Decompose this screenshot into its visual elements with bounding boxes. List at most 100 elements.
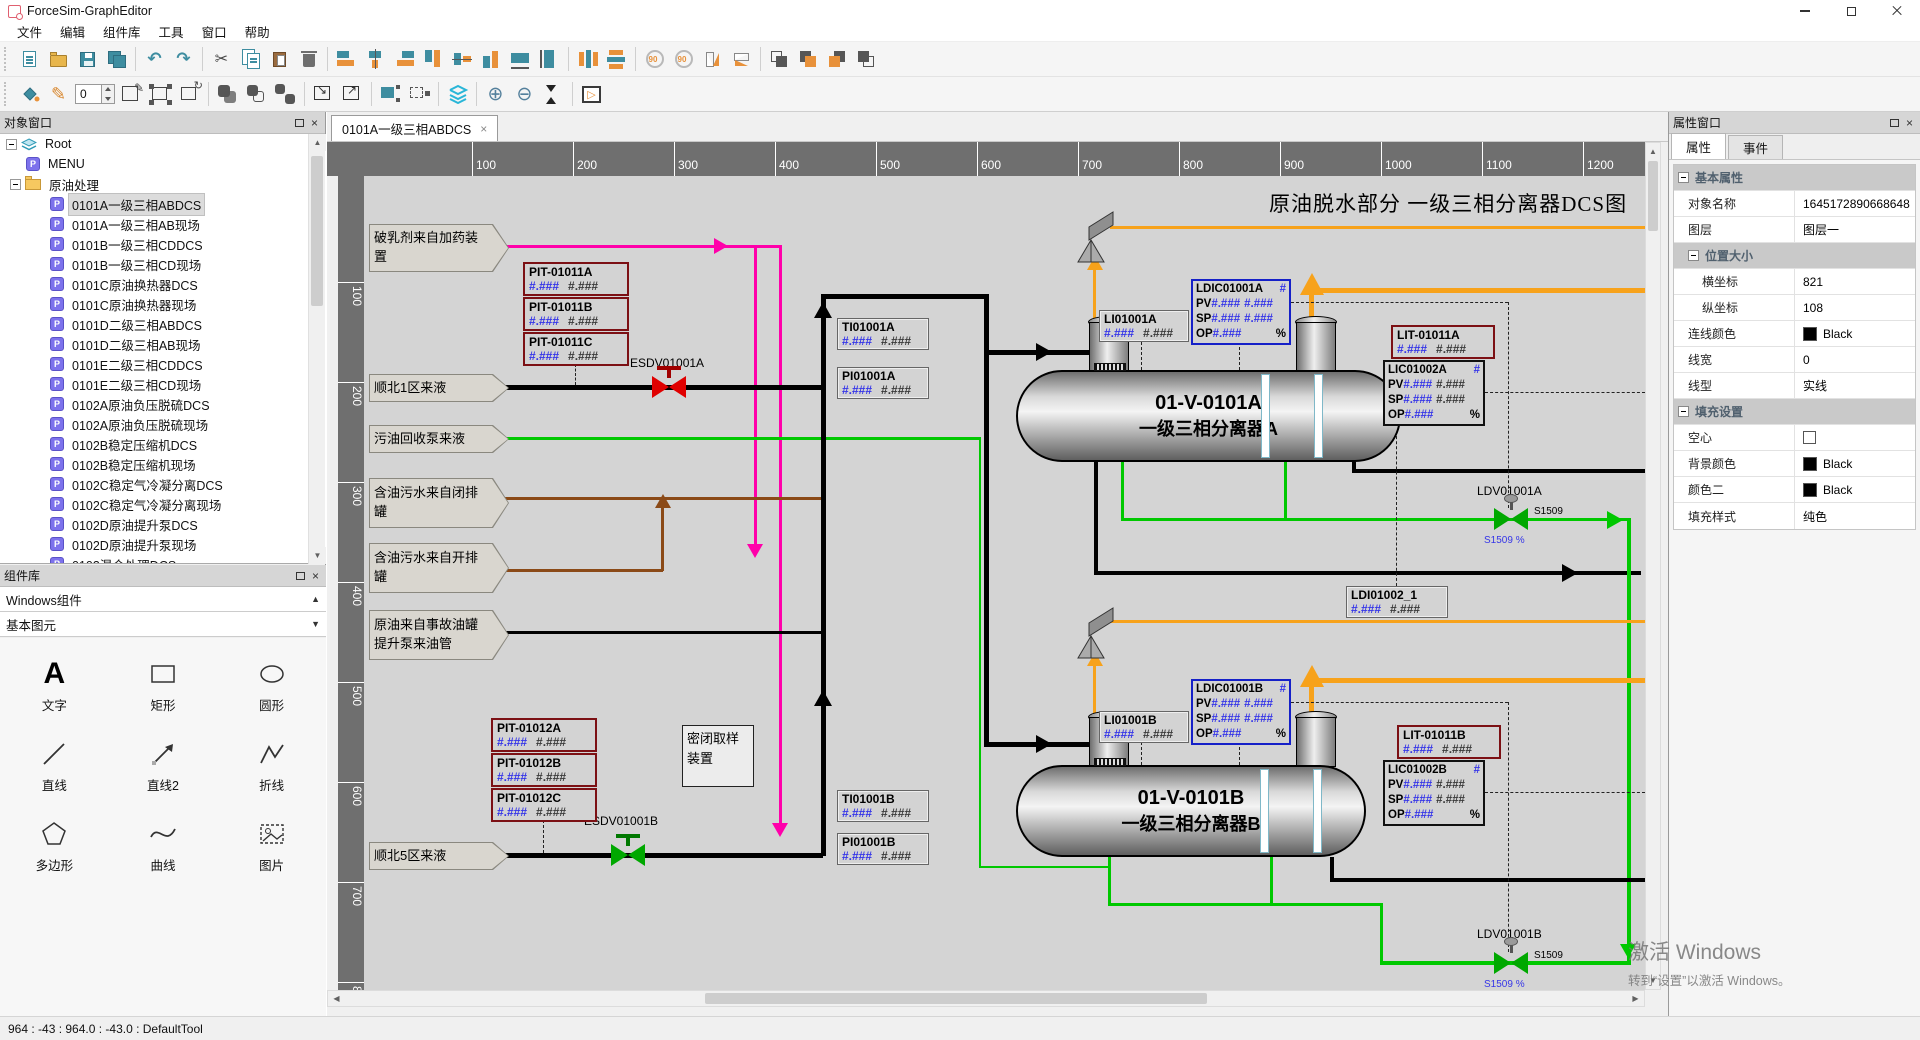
bring-forward-icon[interactable]	[824, 46, 851, 73]
esdv-a-valve[interactable]	[652, 376, 686, 398]
delete-icon[interactable]	[295, 46, 322, 73]
float-panel-icon[interactable]	[296, 572, 305, 580]
vessel-01-v-0101a[interactable]: 01-V-0101A 一级三相分离器A	[1016, 370, 1401, 462]
pipe-vessel-b-oil-drain1[interactable]	[1108, 857, 1111, 905]
group-icon[interactable]	[243, 81, 270, 108]
menu-item[interactable]: 帮助	[236, 20, 279, 43]
close-panel-icon[interactable]: ×	[312, 570, 319, 582]
pipe-oily-water-open[interactable]	[487, 569, 663, 572]
tab-properties[interactable]: 属性	[1671, 133, 1726, 159]
align-right-icon[interactable]	[391, 46, 418, 73]
cut-icon[interactable]: ✂	[208, 46, 235, 73]
pipe-oil-recovery[interactable]	[487, 437, 981, 440]
menu-item[interactable]: 工具	[150, 20, 193, 43]
prop-color2[interactable]: 颜色二 Black	[1674, 477, 1915, 503]
diagram-title[interactable]: 原油脱水部分 一级三相分离器DCS图	[1269, 188, 1627, 218]
pipe-oil-recovery-bottom[interactable]	[979, 866, 1110, 868]
canvas-vertical-scrollbar[interactable]: ▲ ▼	[1645, 142, 1661, 990]
layers-icon[interactable]	[444, 81, 471, 108]
controller-lic01002a[interactable]: LIC01002A# PV#.####.### SP#.####.### OP#…	[1383, 360, 1485, 426]
palette-item-ellipse[interactable]: 圆形	[217, 646, 326, 726]
rotate-cw-90-icon[interactable]: 90	[641, 46, 668, 73]
collapse-icon[interactable]	[10, 179, 21, 190]
scroll-down-icon[interactable]: ▼	[309, 547, 326, 564]
flag-shunbei1[interactable]: 顺北1区来液	[369, 374, 509, 402]
pipe-oil-header-down[interactable]	[1627, 518, 1631, 963]
tree-root[interactable]: Root	[0, 134, 326, 154]
instrument-lit01011b[interactable]: LIT-01011B #.####.###	[1397, 725, 1501, 759]
tree-item[interactable]: P 0101C原油换热器现场	[0, 294, 326, 314]
pipe-emergency-tank-oil[interactable]	[491, 631, 823, 634]
instrument-pi01001a[interactable]: PI01001A #.####.###	[837, 367, 929, 399]
palette-item-polygon[interactable]: 多边形	[0, 806, 109, 886]
instrument-pi01001b[interactable]: PI01001B #.####.###	[837, 833, 929, 865]
tree-item[interactable]: P 0102A原油负压脱硫现场	[0, 414, 326, 434]
menu-item[interactable]: 组件库	[94, 20, 150, 43]
sampling-device-box[interactable]: 密闭取样装置	[682, 725, 754, 787]
align-objects-icon[interactable]	[377, 81, 404, 108]
tree-item[interactable]: P 0101D二级三相AB现场	[0, 334, 326, 354]
ungroup-icon[interactable]	[272, 81, 299, 108]
flag-oil-recovery[interactable]: 污油回收泵来液	[369, 425, 509, 453]
zoom-fit-icon[interactable]	[540, 81, 567, 108]
fill-color-icon[interactable]	[16, 81, 43, 108]
send-to-back-icon[interactable]	[795, 46, 822, 73]
instrument-ldi01002-1[interactable]: LDI01002_1 #.####.###	[1346, 586, 1448, 618]
prop-layer[interactable]: 图层 图层一	[1674, 217, 1915, 243]
pipe-vessel-b-oil-out1[interactable]	[1108, 903, 1383, 906]
instrument-pit01012a[interactable]: PIT-01012A #.####.###	[491, 718, 597, 752]
tree-item[interactable]: P 0101C原油换热器DCS	[0, 274, 326, 294]
relief-valve-a-icon[interactable]	[1064, 198, 1118, 266]
drawing-page[interactable]: 原油脱水部分 一级三相分离器DCS图	[364, 176, 1645, 990]
scroll-thumb[interactable]	[311, 156, 323, 306]
zoom-out-icon[interactable]: ⊖	[511, 81, 538, 108]
tree-item-menu[interactable]: P MENU	[0, 154, 326, 174]
palette-item-text[interactable]: A 文字	[0, 646, 109, 726]
save-icon[interactable]	[74, 46, 101, 73]
instrument-li01001b[interactable]: LI01001B #.####.###	[1099, 711, 1189, 743]
prop-line-width[interactable]: 线宽 0	[1674, 347, 1915, 373]
rotate-shape-icon[interactable]: ↻	[176, 81, 203, 108]
combine-icon[interactable]	[214, 81, 241, 108]
tree-item[interactable]: P 0101A一级三相ABDCS	[0, 194, 326, 214]
prop-y[interactable]: 纵坐标 108	[1674, 295, 1915, 321]
instrument-pit01011b[interactable]: PIT-01011B #.####.###	[523, 297, 629, 331]
canvas-horizontal-scrollbar[interactable]: ◀ ▶	[327, 990, 1645, 1007]
line-color-icon[interactable]: ✎	[45, 81, 72, 108]
zoom-in-icon[interactable]: ⊕	[482, 81, 509, 108]
pipe-gas-a-header[interactable]	[1309, 288, 1645, 293]
align-bottom-icon[interactable]	[478, 46, 505, 73]
controller-ldic01001a[interactable]: LDIC01001A# PV#.####.### SP#.####.### OP…	[1191, 279, 1291, 345]
palette-item-rect[interactable]: 矩形	[109, 646, 218, 726]
ldv-b-valve[interactable]	[1494, 952, 1528, 974]
tree-folder[interactable]: 原油处理	[0, 174, 326, 194]
distribute-horizontal-icon[interactable]	[574, 46, 601, 73]
prop-object-name[interactable]: 对象名称 1645172890668648	[1674, 191, 1915, 217]
same-height-icon[interactable]	[536, 46, 563, 73]
flip-horizontal-icon[interactable]	[728, 46, 755, 73]
align-center-icon[interactable]	[362, 46, 389, 73]
open-file-icon[interactable]	[45, 46, 72, 73]
flag-shunbei5[interactable]: 顺北5区来液	[369, 842, 509, 870]
library-group-windows[interactable]: Windows组件▲	[0, 587, 326, 612]
controller-ldic01001b[interactable]: LDIC01001B# PV#.####.### SP#.####.### OP…	[1191, 679, 1291, 745]
float-panel-icon[interactable]	[1890, 119, 1899, 127]
prop-line-type[interactable]: 线型 实线	[1674, 373, 1915, 399]
undo-icon[interactable]: ↶	[141, 46, 168, 73]
edit-vertex-icon[interactable]	[147, 81, 174, 108]
pipe-demulsifier[interactable]	[487, 245, 781, 248]
line-width-spinner[interactable]: 0	[75, 84, 115, 104]
flag-demulsifier[interactable]: 破乳剂来自加药装置	[369, 224, 509, 272]
library-group-basic[interactable]: 基本图元▼	[0, 612, 326, 637]
menu-item[interactable]: 编辑	[51, 20, 94, 43]
pipe-vessel-b-outlet-right[interactable]	[1330, 878, 1645, 882]
menu-item[interactable]: 文件	[8, 20, 51, 43]
instrument-pit01012b[interactable]: PIT-01012B #.####.###	[491, 753, 597, 787]
close-panel-icon[interactable]: ×	[311, 117, 318, 129]
manifold-top[interactable]	[821, 294, 989, 299]
group-fill[interactable]: 填充设置	[1674, 399, 1915, 425]
tree-item[interactable]: P 0102A原油负压脱硫DCS	[0, 394, 326, 414]
palette-item-curve[interactable]: 曲线	[109, 806, 218, 886]
tree-item[interactable]: P 0101E二级三相CDDCS	[0, 354, 326, 374]
instrument-pit01011c[interactable]: PIT-01011C #.####.###	[523, 332, 629, 366]
